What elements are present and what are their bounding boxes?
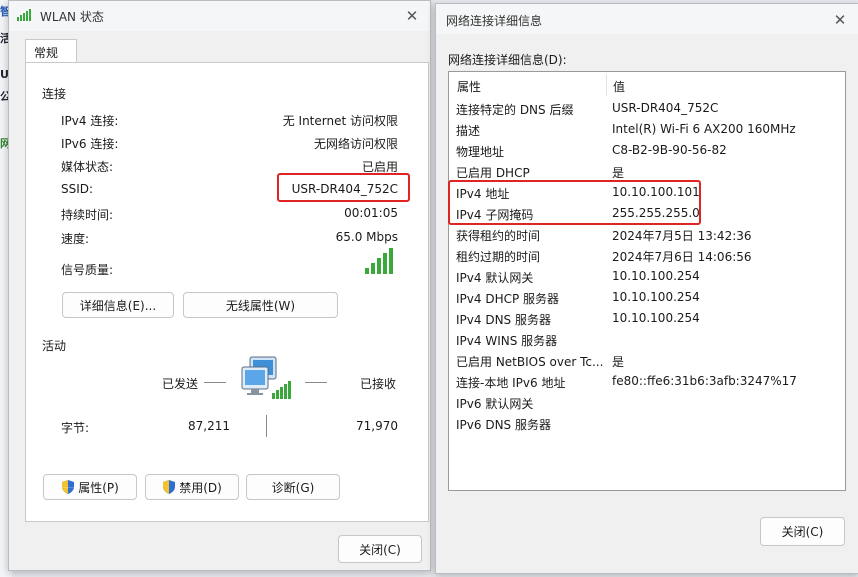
- list-header: 属性 值: [449, 72, 845, 98]
- received-label: 已接收: [360, 377, 397, 391]
- list-item[interactable]: 描述 Intel(R) Wi-Fi 6 AX200 160MHz: [449, 119, 845, 140]
- close-button[interactable]: 关闭(C): [338, 535, 422, 563]
- value-cell: C8-B2-9B-90-56-82: [612, 143, 727, 157]
- value-cell: 10.10.100.254: [612, 269, 700, 283]
- value-cell: USR-DR404_752C: [612, 101, 719, 115]
- details-list[interactable]: 属性 值 连接特定的 DNS 后缀 USR-DR404_752C 描述 Inte…: [448, 71, 846, 491]
- column-header-property[interactable]: 属性: [457, 78, 481, 95]
- window-title: WLAN 状态: [40, 10, 104, 24]
- details-list-label: 网络连接详细信息(D):: [448, 53, 567, 67]
- diagnose-button[interactable]: 诊断(G): [246, 474, 340, 500]
- value-cell: 2024年7月6日 14:06:56: [612, 250, 752, 264]
- value-cell: 2024年7月5日 13:42:36: [612, 229, 752, 243]
- list-item[interactable]: IPv6 默认网关: [449, 392, 845, 413]
- list-item[interactable]: IPv4 DHCP 服务器 10.10.100.254: [449, 287, 845, 308]
- shield-icon: [62, 480, 75, 494]
- property-cell: 租约过期的时间: [456, 250, 541, 264]
- list-item[interactable]: IPv4 WINS 服务器: [449, 329, 845, 350]
- connection-group-title: 连接: [42, 87, 67, 101]
- speed-label: 速度:: [61, 232, 90, 246]
- ipv6-connectivity-label: IPv6 连接:: [61, 137, 119, 151]
- list-item[interactable]: IPv4 默认网关 10.10.100.254: [449, 266, 845, 287]
- disable-button-label: 禁用(D): [179, 480, 222, 495]
- shield-icon: [163, 480, 176, 494]
- bytes-sent-value: 87,211: [188, 419, 230, 433]
- general-panel: 连接 IPv4 连接: 无 Internet 访问权限 IPv6 连接: 无网络…: [25, 62, 429, 522]
- property-cell: 获得租约的时间: [456, 229, 541, 243]
- title-bar: 网络连接详细信息 ✕: [436, 4, 858, 34]
- property-cell: 已启用 DHCP: [456, 166, 530, 180]
- value-cell: 是: [612, 355, 625, 369]
- ipv4-highlight-box: [448, 180, 701, 225]
- bytes-label: 字节:: [61, 421, 90, 435]
- property-cell: 描述: [456, 124, 481, 138]
- properties-button[interactable]: 属性(P): [43, 474, 137, 500]
- bytes-received-value: 71,970: [356, 419, 398, 433]
- property-cell: IPv6 DNS 服务器: [456, 418, 551, 432]
- sent-line: [204, 382, 226, 383]
- column-separator[interactable]: [606, 74, 607, 96]
- ipv4-connectivity-label: IPv4 连接:: [61, 114, 119, 128]
- value-cell: 10.10.100.254: [612, 290, 700, 304]
- ipv4-connectivity-value: 无 Internet 访问权限: [282, 114, 398, 128]
- list-item[interactable]: IPv4 DNS 服务器 10.10.100.254: [449, 308, 845, 329]
- value-cell: fe80::ffe6:31b6:3afb:3247%17: [612, 374, 797, 388]
- bytes-divider: [266, 415, 267, 437]
- properties-button-label: 属性(P): [78, 480, 119, 495]
- ssid-highlight-box: [277, 173, 410, 202]
- property-cell: 连接特定的 DNS 后缀: [456, 103, 574, 117]
- list-item[interactable]: IPv6 DNS 服务器: [449, 413, 845, 434]
- list-item[interactable]: 已启用 NetBIOS over Tc... 是: [449, 350, 845, 371]
- signal-quality-label: 信号质量:: [61, 263, 114, 277]
- list-item[interactable]: 连接特定的 DNS 后缀 USR-DR404_752C: [449, 98, 845, 119]
- wlan-status-window: WLAN 状态 ✕ 常规 连接 IPv4 连接: 无 Internet 访问权限…: [8, 0, 431, 571]
- window-title: 网络连接详细信息: [446, 14, 543, 28]
- property-cell: 物理地址: [456, 145, 505, 159]
- sent-label: 已发送: [162, 377, 199, 391]
- activity-group-title: 活动: [42, 339, 67, 353]
- ssid-label: SSID:: [61, 182, 94, 196]
- value-cell: 是: [612, 166, 625, 180]
- title-bar: WLAN 状态 ✕: [9, 1, 430, 31]
- property-cell: IPv4 DNS 服务器: [456, 313, 551, 327]
- duration-label: 持续时间:: [61, 208, 114, 222]
- close-icon[interactable]: ✕: [828, 8, 852, 32]
- disable-button[interactable]: 禁用(D): [145, 474, 239, 500]
- details-close-button[interactable]: 关闭(C): [760, 517, 845, 546]
- value-cell: Intel(R) Wi-Fi 6 AX200 160MHz: [612, 122, 796, 136]
- property-cell: IPv4 默认网关: [456, 271, 534, 285]
- column-header-value[interactable]: 值: [613, 78, 625, 95]
- list-item[interactable]: 获得租约的时间 2024年7月5日 13:42:36: [449, 224, 845, 245]
- signal-strength-icon: [365, 248, 393, 274]
- property-cell: 已启用 NetBIOS over Tc...: [456, 355, 604, 369]
- list-item[interactable]: 已启用 DHCP 是: [449, 161, 845, 182]
- details-button[interactable]: 详细信息(E)...: [62, 292, 174, 318]
- speed-value: 65.0 Mbps: [335, 230, 398, 244]
- property-cell: 连接-本地 IPv6 地址: [456, 376, 566, 390]
- wifi-signal-icon: [17, 9, 31, 21]
- list-item[interactable]: 物理地址 C8-B2-9B-90-56-82: [449, 140, 845, 161]
- received-line: [305, 382, 327, 383]
- property-cell: IPv4 DHCP 服务器: [456, 292, 560, 306]
- ipv6-connectivity-value: 无网络访问权限: [313, 137, 398, 151]
- list-item[interactable]: 连接-本地 IPv6 地址 fe80::ffe6:31b6:3afb:3247%…: [449, 371, 845, 392]
- tab-general[interactable]: 常规: [25, 39, 77, 63]
- close-icon[interactable]: ✕: [400, 4, 424, 28]
- duration-value: 00:01:05: [344, 206, 398, 220]
- media-state-label: 媒体状态:: [61, 160, 114, 174]
- value-cell: 10.10.100.254: [612, 311, 700, 325]
- list-item[interactable]: 租约过期的时间 2024年7月6日 14:06:56: [449, 245, 845, 266]
- property-cell: IPv4 WINS 服务器: [456, 334, 558, 348]
- wireless-properties-button[interactable]: 无线属性(W): [183, 292, 338, 318]
- network-computer-icon: [241, 356, 291, 399]
- property-cell: IPv6 默认网关: [456, 397, 534, 411]
